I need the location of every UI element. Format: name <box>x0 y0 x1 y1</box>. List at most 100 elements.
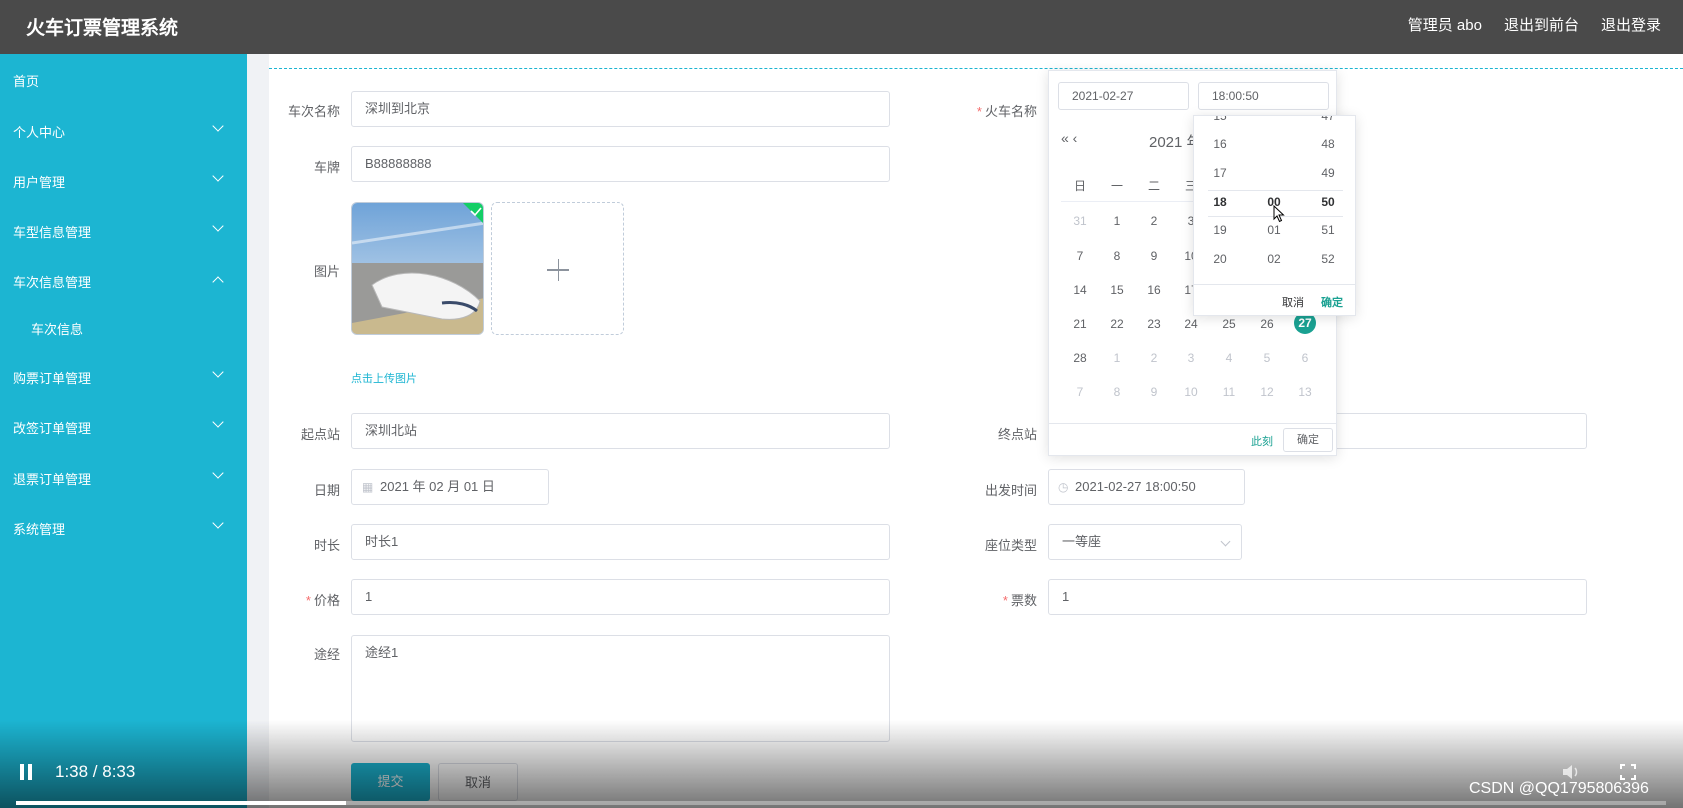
train-name-input[interactable]: 深圳到北京 <box>351 91 890 127</box>
day-cell[interactable]: 23 <box>1139 317 1169 331</box>
sidebar-item-refund-orders[interactable]: 退票订单管理 <box>13 469 91 488</box>
day-cell[interactable]: 28 <box>1065 351 1095 365</box>
upload-hint[interactable]: 点击上传图片 <box>351 370 417 386</box>
day-cell[interactable]: 5 <box>1252 351 1282 365</box>
sidebar-item-train-info[interactable]: 车次信息管理 <box>13 272 91 291</box>
time-footer-divider <box>1194 284 1355 285</box>
clock-icon: ◷ <box>1058 480 1069 494</box>
sidebar-item-system[interactable]: 系统管理 <box>13 519 65 538</box>
chevron-down-icon <box>212 467 224 479</box>
date-label: 日期 <box>313 483 340 498</box>
sidebar: 首页 个人中心 用户管理 车型信息管理 车次信息管理 车次信息 购票订单管理 改… <box>0 54 247 808</box>
back-to-front-link[interactable]: 退出到前台 <box>1504 14 1579 35</box>
weekday-header: 日 <box>1073 179 1086 193</box>
hour-option[interactable]: 15 <box>1200 116 1240 123</box>
duration-input[interactable]: 时长1 <box>351 524 890 560</box>
video-time: 1:38 / 8:33 <box>55 762 136 781</box>
train-name-label: 车次名称 <box>287 104 340 119</box>
sidebar-subitem-train-info[interactable]: 车次信息 <box>31 319 83 338</box>
plate-input[interactable]: B88888888 <box>351 146 890 182</box>
price-input[interactable]: 1 <box>351 579 890 615</box>
prev-year-month-icon[interactable]: « ‹ <box>1061 130 1077 146</box>
tickets-label: * 票数 <box>1002 593 1037 608</box>
chevron-up-icon <box>212 276 224 288</box>
time-cancel-button[interactable]: 取消 <box>1282 294 1304 310</box>
second-option[interactable]: 51 <box>1308 223 1348 237</box>
hour-option[interactable]: 17 <box>1200 166 1240 180</box>
selected-row-top-line <box>1208 190 1343 191</box>
uploaded-image[interactable] <box>351 202 484 335</box>
day-cell[interactable]: 4 <box>1214 351 1244 365</box>
hour-option-selected[interactable]: 18 <box>1200 195 1240 209</box>
sidebar-item-personal[interactable]: 个人中心 <box>13 122 65 141</box>
minute-option[interactable]: 01 <box>1254 223 1294 237</box>
day-cell[interactable]: 1 <box>1102 351 1132 365</box>
seat-type-label: 座位类型 <box>984 538 1037 553</box>
day-cell[interactable]: 12 <box>1252 385 1282 399</box>
day-cell[interactable]: 1 <box>1102 214 1132 228</box>
day-cell[interactable]: 24 <box>1176 317 1206 331</box>
picker-ok-button[interactable]: 确定 <box>1283 428 1333 452</box>
second-option-selected[interactable]: 50 <box>1308 195 1348 209</box>
chevron-down-icon <box>212 120 224 132</box>
day-cell[interactable]: 16 <box>1139 283 1169 297</box>
duration-label: 时长 <box>313 538 340 553</box>
depart-time-input[interactable]: ◷ 2021-02-27 18:00:50 <box>1048 469 1245 505</box>
divider <box>269 68 1683 69</box>
day-cell[interactable]: 7 <box>1065 385 1095 399</box>
day-cell[interactable]: 9 <box>1139 249 1169 263</box>
sidebar-item-purchase-orders[interactable]: 购票订单管理 <box>13 368 91 387</box>
picker-date-input[interactable]: 2021-02-27 <box>1058 82 1189 110</box>
second-option[interactable]: 47 <box>1308 116 1348 123</box>
day-cell[interactable]: 26 <box>1252 317 1282 331</box>
day-cell[interactable]: 25 <box>1214 317 1244 331</box>
required-mark: * <box>305 593 311 608</box>
day-cell[interactable]: 9 <box>1139 385 1169 399</box>
picker-time-input[interactable]: 18:00:50 <box>1198 82 1329 110</box>
logout-link[interactable]: 退出登录 <box>1601 14 1661 35</box>
fullscreen-icon[interactable] <box>1620 764 1636 780</box>
day-cell[interactable]: 22 <box>1102 317 1132 331</box>
pause-icon[interactable] <box>20 764 34 780</box>
day-cell[interactable]: 3 <box>1176 351 1206 365</box>
start-station-label: 起点站 <box>300 427 340 442</box>
tickets-input[interactable]: 1 <box>1048 579 1587 615</box>
second-option[interactable]: 48 <box>1308 137 1348 151</box>
video-progress-bar[interactable] <box>16 801 1666 805</box>
day-cell[interactable]: 2 <box>1139 214 1169 228</box>
day-cell[interactable]: 21 <box>1065 317 1095 331</box>
chevron-down-icon <box>212 416 224 428</box>
day-cell[interactable]: 15 <box>1102 283 1132 297</box>
day-cell[interactable]: 13 <box>1290 385 1320 399</box>
upload-add-button[interactable] <box>491 202 624 335</box>
second-option[interactable]: 52 <box>1308 252 1348 266</box>
volume-icon[interactable] <box>1561 763 1581 781</box>
day-cell[interactable]: 6 <box>1290 351 1320 365</box>
sidebar-item-train-types[interactable]: 车型信息管理 <box>13 222 91 241</box>
hour-option[interactable]: 19 <box>1200 223 1240 237</box>
time-ok-button[interactable]: 确定 <box>1321 294 1343 310</box>
sidebar-item-users[interactable]: 用户管理 <box>13 172 65 191</box>
hour-option[interactable]: 20 <box>1200 252 1240 266</box>
day-cell[interactable]: 10 <box>1176 385 1206 399</box>
chevron-down-icon <box>212 170 224 182</box>
day-cell[interactable]: 11 <box>1214 385 1244 399</box>
app-title: 火车订票管理系统 <box>26 18 179 39</box>
start-station-input[interactable]: 深圳北站 <box>351 413 890 449</box>
day-cell[interactable]: 31 <box>1065 214 1095 228</box>
date-input[interactable]: ▦ 2021 年 02 月 01 日 <box>351 469 549 505</box>
day-cell[interactable]: 7 <box>1065 249 1095 263</box>
day-cell[interactable]: 14 <box>1065 283 1095 297</box>
day-cell[interactable]: 2 <box>1139 351 1169 365</box>
day-cell[interactable]: 8 <box>1102 385 1132 399</box>
end-station-label: 终点站 <box>997 427 1037 442</box>
picker-now-button[interactable]: 此刻 <box>1251 433 1273 449</box>
second-option[interactable]: 49 <box>1308 166 1348 180</box>
seat-type-select[interactable]: 一等座 <box>1048 524 1242 560</box>
hour-option[interactable]: 16 <box>1200 137 1240 151</box>
chevron-down-icon <box>212 366 224 378</box>
sidebar-item-home[interactable]: 首页 <box>13 71 39 90</box>
minute-option[interactable]: 02 <box>1254 252 1294 266</box>
day-cell[interactable]: 8 <box>1102 249 1132 263</box>
sidebar-item-change-orders[interactable]: 改签订单管理 <box>13 418 91 437</box>
